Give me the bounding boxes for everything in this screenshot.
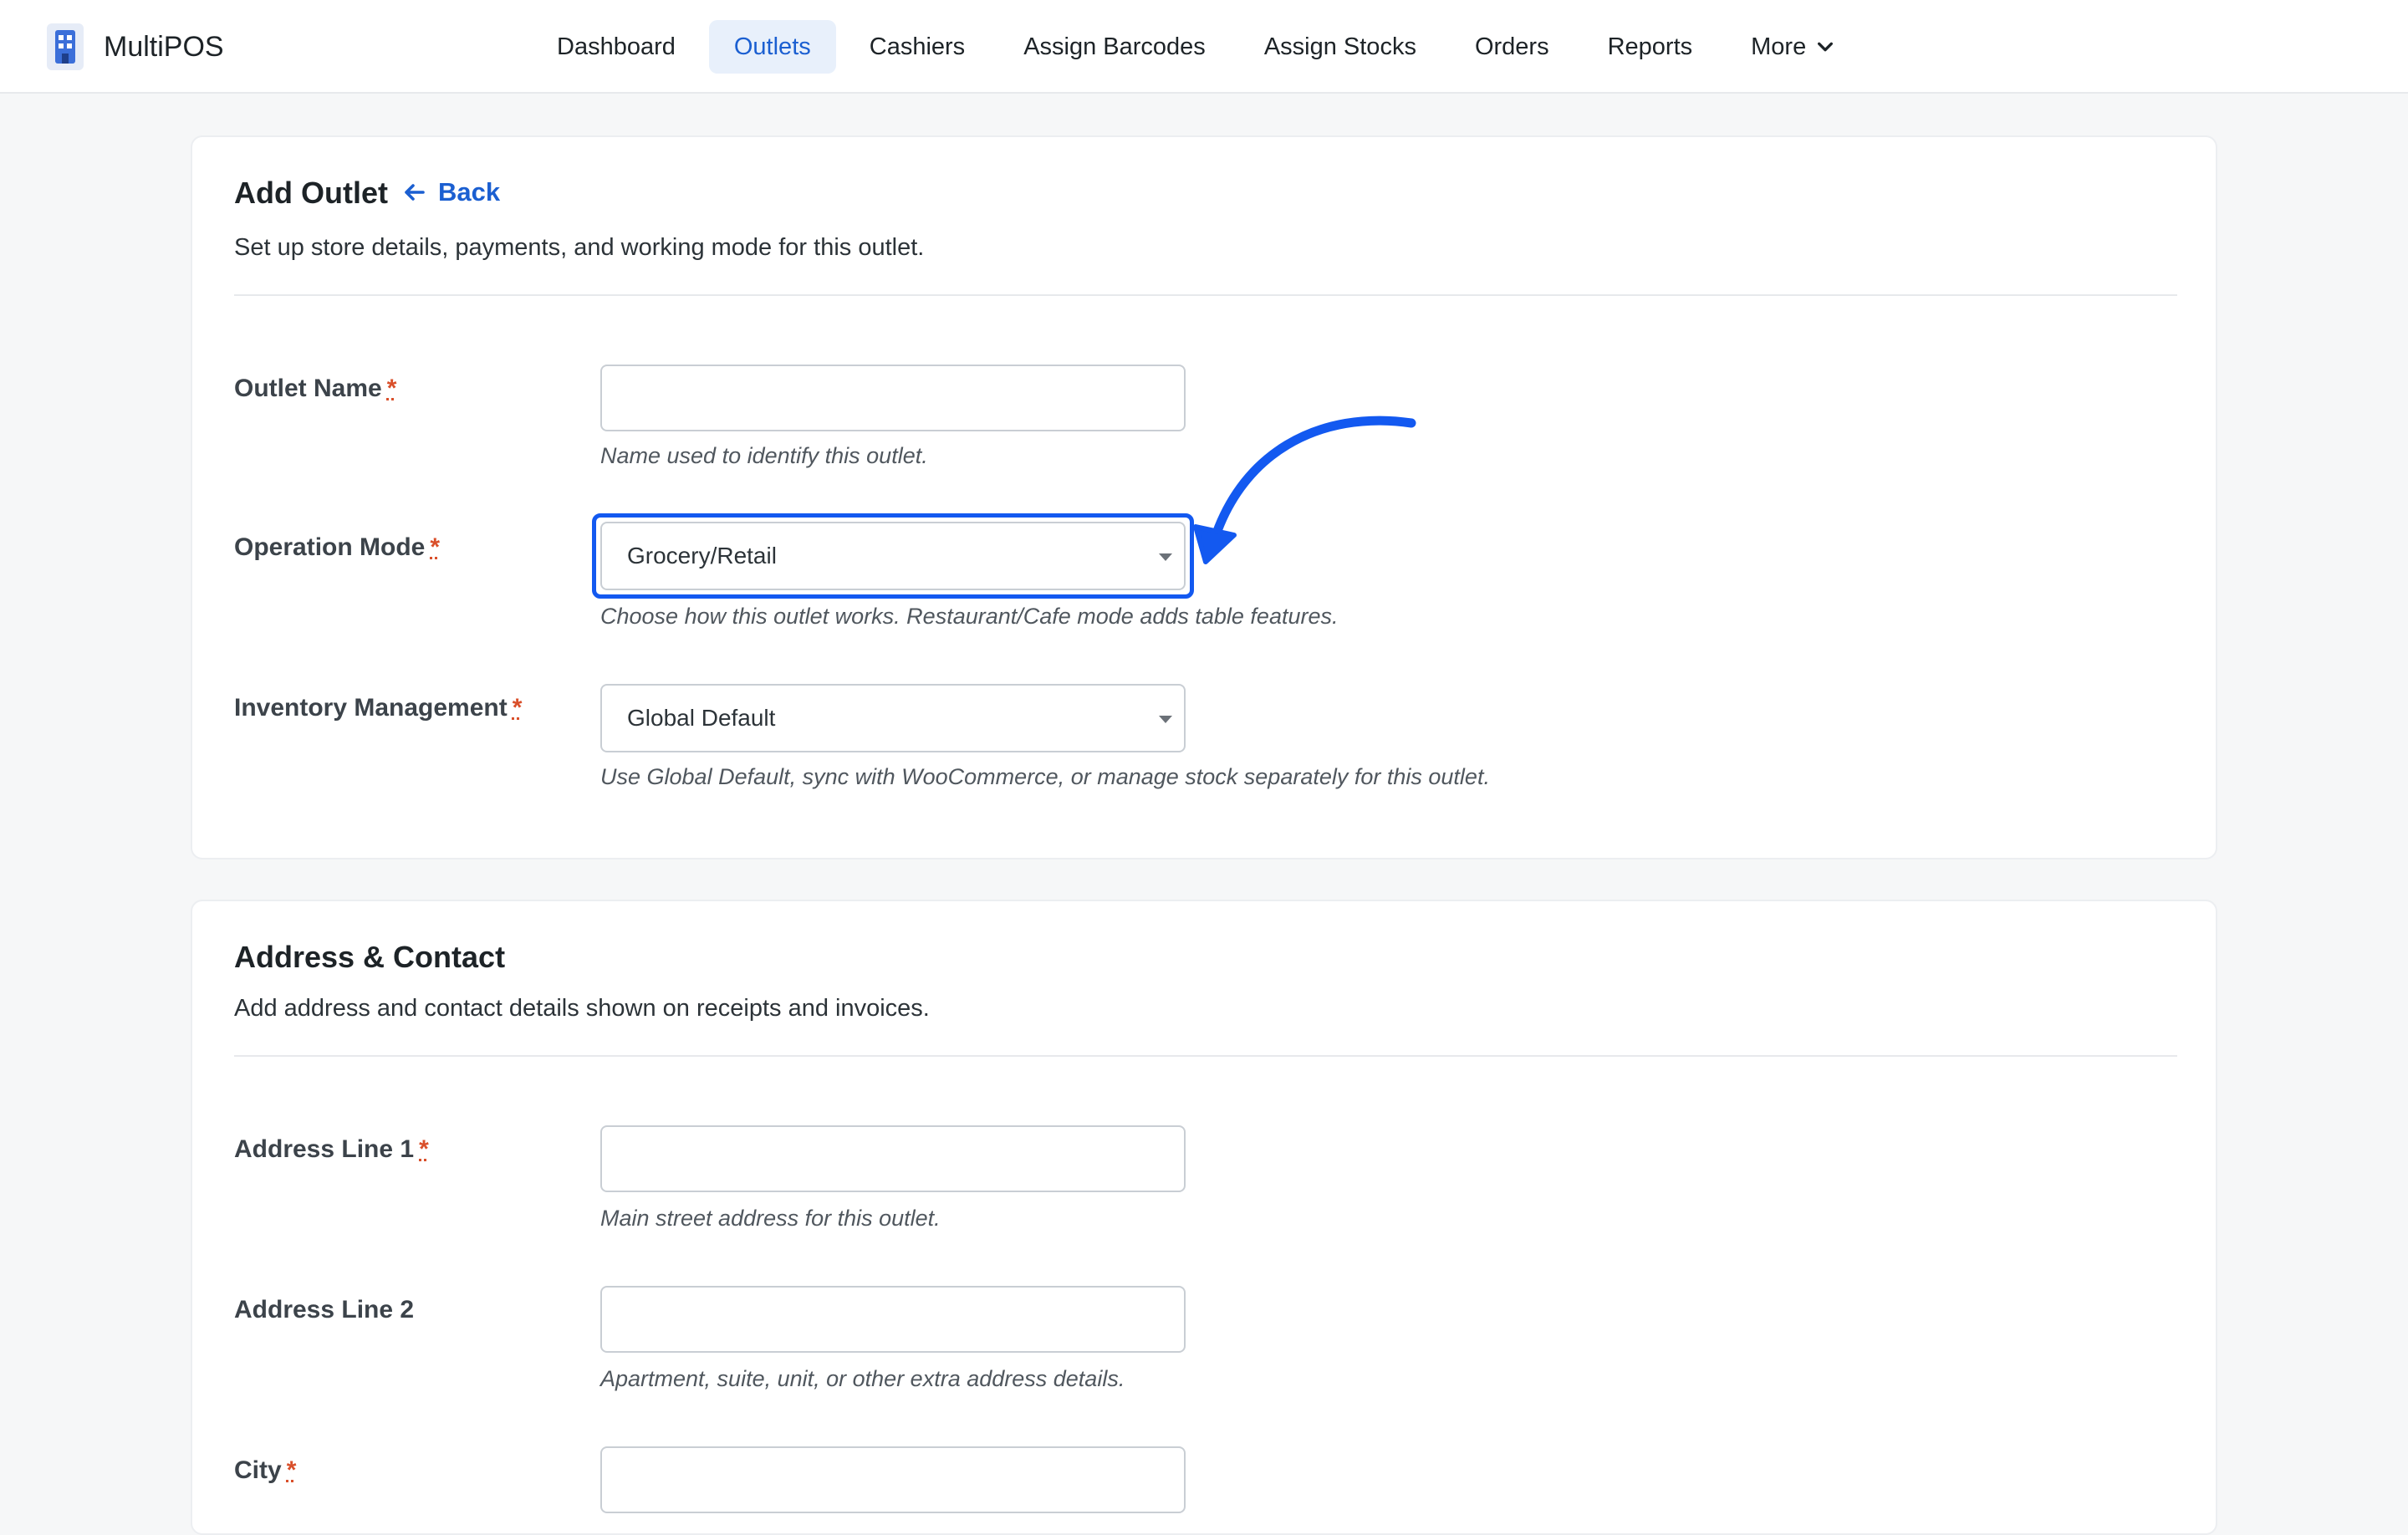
nav-more-label: More [1751,33,1807,60]
address-line-2-label: Address Line 2 [234,1296,415,1323]
nav-more[interactable]: More [1726,20,1860,74]
operation-mode-help: Choose how this outlet works. Restaurant… [600,604,1339,629]
inventory-help: Use Global Default, sync with WooCommerc… [600,764,1490,789]
page-title: Add Outlet [234,176,388,210]
back-label: Back [438,177,501,207]
nav-cashiers[interactable]: Cashiers [844,20,990,74]
required-marker: * [286,1456,297,1484]
dropdown-caret-icon [1159,553,1172,561]
add-outlet-card: Add Outlet Back Set up store details, pa… [191,135,2217,859]
nav-assign-barcodes[interactable]: Assign Barcodes [998,20,1231,74]
city-label: City * [234,1456,297,1484]
required-marker: * [386,375,397,402]
building-icon [47,23,84,70]
address-line-2-help: Apartment, suite, unit, or other extra a… [600,1366,1125,1391]
operation-mode-label: Operation Mode * [234,533,441,561]
back-link[interactable]: Back [403,177,500,207]
brand[interactable]: MultiPOS [42,18,224,75]
main-nav: Dashboard Outlets Cashiers Assign Barcod… [532,20,1868,74]
inventory-label: Inventory Management * [234,694,523,722]
divider [234,294,2177,296]
operation-mode-select[interactable]: Grocery/Retail [600,522,1186,590]
nav-orders[interactable]: Orders [1450,20,1574,74]
address-line-1-input[interactable] [600,1125,1186,1192]
required-marker: * [419,1135,429,1163]
address-line-1-label: Address Line 1 * [234,1135,429,1163]
address-line-2-input[interactable] [600,1286,1186,1353]
arrow-left-icon [405,184,425,201]
inventory-value: Global Default [627,705,776,731]
inventory-select[interactable]: Global Default [600,684,1186,752]
required-marker: * [512,694,523,722]
section-title: Address & Contact [234,940,506,974]
address-line-1-help: Main street address for this outlet. [600,1206,941,1231]
operation-mode-value: Grocery/Retail [627,543,777,569]
card-description: Set up store details, payments, and work… [234,234,925,261]
outlet-name-label: Outlet Name * [234,375,397,402]
nav-assign-stocks[interactable]: Assign Stocks [1239,20,1441,74]
city-input[interactable] [600,1446,1186,1513]
app-name: MultiPOS [104,30,224,63]
outlet-name-input[interactable] [600,365,1186,431]
section-description: Add address and contact details shown on… [234,995,930,1022]
nav-reports[interactable]: Reports [1583,20,1718,74]
required-marker: * [430,533,441,561]
address-contact-card: Address & Contact Add address and contac… [191,900,2217,1535]
dropdown-caret-icon [1159,716,1172,723]
divider [234,1055,2177,1057]
chevron-down-icon [1818,42,1834,52]
outlet-name-help: Name used to identify this outlet. [600,443,928,468]
nav-dashboard[interactable]: Dashboard [532,20,701,74]
top-navigation-bar: MultiPOS Dashboard Outlets Cashiers Assi… [0,0,2408,94]
nav-outlets[interactable]: Outlets [708,20,836,74]
